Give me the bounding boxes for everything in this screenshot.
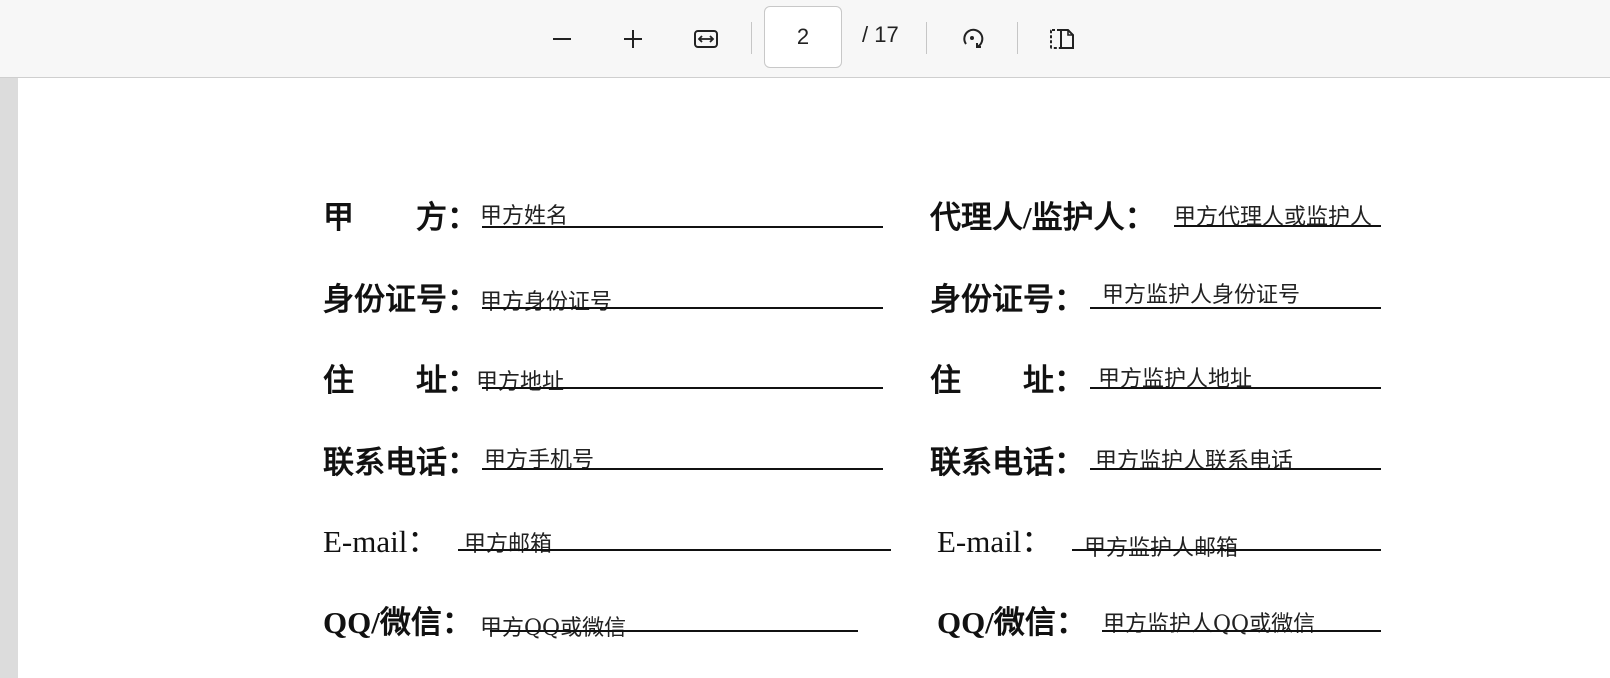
toolbar-separator [751,22,752,54]
guardian-address-label: 住 址： [930,363,1085,398]
party-a-qq-value: 甲方QQ或微信 [480,616,627,641]
party-a-label: 甲 方： [323,200,478,235]
field-underline [482,468,883,470]
fit-width-icon [694,30,718,48]
pdf-page: 甲 方： 甲方姓名 身份证号： 甲方身份证号 住 址： 甲方地址 联系电话： 甲… [18,78,1610,678]
field-underline [1072,549,1381,551]
qq-wechat-label: QQ/微信： [323,605,473,640]
field-underline [482,226,883,228]
field-underline [1174,225,1381,227]
guardian-phone-label: 联系电话： [930,445,1085,480]
field-underline [1090,387,1381,389]
page-view-icon [1050,29,1074,49]
rotate-button[interactable] [950,17,994,61]
party-a-address-value: 甲方地址 [476,370,565,395]
rotate-icon [963,28,984,48]
guardian-qq-wechat-label: QQ/微信： [937,605,1087,640]
guardian-id-label: 身份证号： [930,282,1085,317]
guardian-email-value: 甲方监护人邮箱 [1084,536,1239,561]
guardian-email-label: E-mail： [937,524,1053,559]
guardian-qq-value: 甲方监护人QQ或微信 [1103,612,1316,637]
zoom-in-button[interactable] [611,17,655,61]
email-label: E-mail： [323,524,439,559]
zoom-out-button[interactable] [540,17,584,61]
page-number-input[interactable] [764,6,842,68]
toolbar-separator [1017,22,1018,54]
page-view-button[interactable] [1040,17,1084,61]
field-underline [1090,468,1381,470]
page-total-label: / 17 [862,22,899,47]
party-a-id-value: 甲方身份证号 [480,290,613,315]
field-underline [482,387,883,389]
phone-label: 联系电话： [323,445,478,480]
minus-icon [553,38,571,40]
field-underline [490,630,858,632]
field-underline [1090,307,1381,309]
plus-icon [624,30,642,48]
guardian-id-value: 甲方监护人身份证号 [1102,283,1301,308]
field-underline [482,307,883,309]
guardian-phone-value: 甲方监护人联系电话 [1095,449,1294,474]
fit-width-button[interactable] [684,17,728,61]
party-a-email-value: 甲方邮箱 [464,532,553,557]
field-underline [458,549,891,551]
id-number-label: 身份证号： [323,282,478,317]
address-label: 住 址： [323,363,478,398]
toolbar-separator [926,22,927,54]
agent-guardian-label: 代理人/监护人： [930,200,1156,235]
field-underline [1102,630,1381,632]
document-viewer[interactable]: 甲 方： 甲方姓名 身份证号： 甲方身份证号 住 址： 甲方地址 联系电话： 甲… [0,78,1610,678]
pdf-toolbar: / 17 [0,0,1610,78]
